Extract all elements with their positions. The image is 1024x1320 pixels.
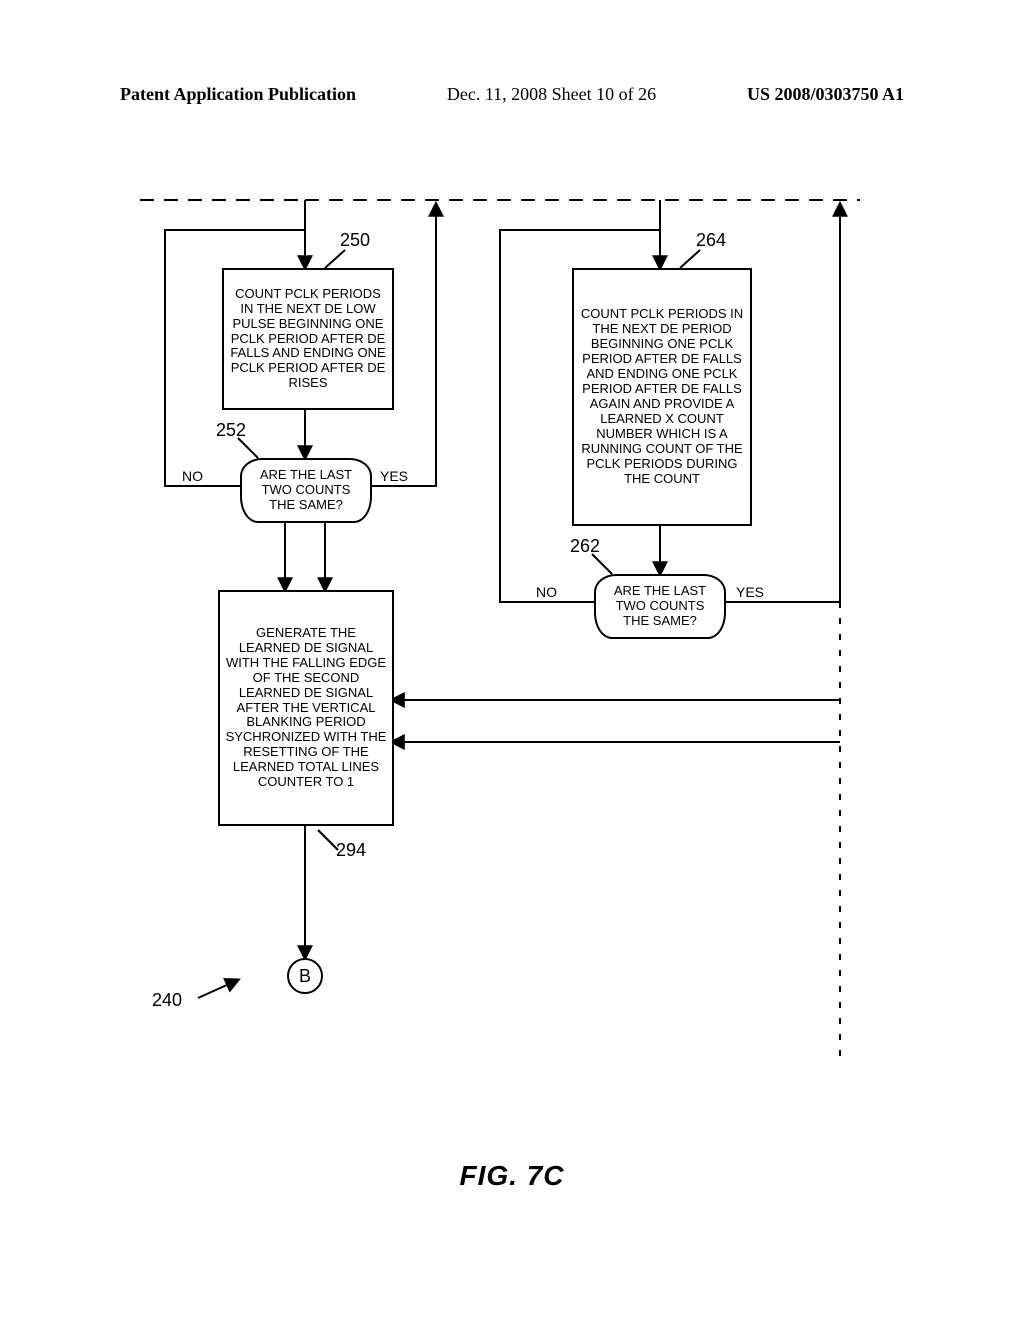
label-yes-right: YES [736, 584, 764, 600]
process-294-text: GENERATE THE LEARNED DE SIGNAL WITH THE … [224, 626, 388, 790]
page: Patent Application Publication Dec. 11, … [0, 0, 1024, 1320]
page-header: Patent Application Publication Dec. 11, … [120, 84, 904, 105]
label-no-right: NO [536, 584, 557, 600]
ref-262: 262 [570, 536, 600, 557]
header-left: Patent Application Publication [120, 84, 356, 105]
decision-262: ARE THE LAST TWO COUNTS THE SAME? [594, 574, 726, 639]
decision-262-text: ARE THE LAST TWO COUNTS THE SAME? [614, 583, 706, 628]
decision-252: ARE THE LAST TWO COUNTS THE SAME? [240, 458, 372, 523]
ref-264: 264 [696, 230, 726, 251]
process-264: COUNT PCLK PERIODS IN THE NEXT DE PERIOD… [572, 268, 752, 526]
header-right: US 2008/0303750 A1 [747, 84, 904, 105]
process-264-text: COUNT PCLK PERIODS IN THE NEXT DE PERIOD… [578, 307, 746, 486]
ref-250: 250 [340, 230, 370, 251]
process-250: COUNT PCLK PERIODS IN THE NEXT DE LOW PU… [222, 268, 394, 410]
figure-caption: FIG. 7C [0, 1160, 1024, 1192]
label-no-left: NO [182, 468, 203, 484]
process-294: GENERATE THE LEARNED DE SIGNAL WITH THE … [218, 590, 394, 826]
decision-252-text: ARE THE LAST TWO COUNTS THE SAME? [260, 467, 352, 512]
label-yes-left: YES [380, 468, 408, 484]
header-center: Dec. 11, 2008 Sheet 10 of 26 [447, 84, 656, 105]
connector-b-label: B [299, 966, 311, 987]
ref-252: 252 [216, 420, 246, 441]
flowchart: 250 252 264 262 294 240 NO YES NO YES CO… [140, 190, 860, 1120]
ref-240: 240 [152, 990, 182, 1011]
ref-294: 294 [336, 840, 366, 861]
connector-b: B [287, 958, 323, 994]
process-250-text: COUNT PCLK PERIODS IN THE NEXT DE LOW PU… [228, 287, 388, 392]
